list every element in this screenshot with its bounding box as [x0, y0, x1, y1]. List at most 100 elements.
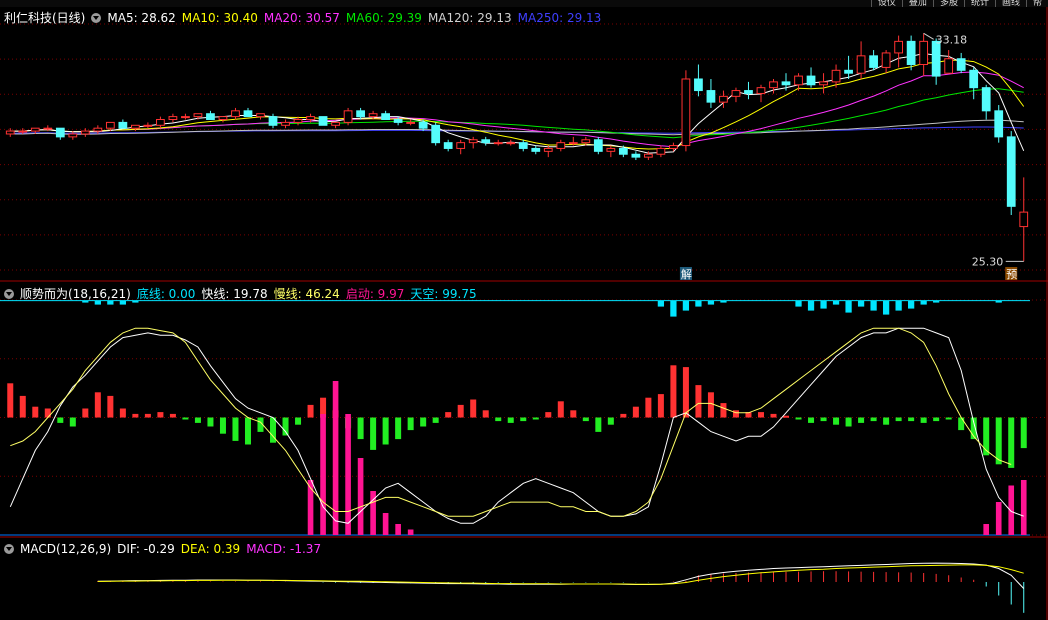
top-toolbar-buttons: 设仪 叠加 多股 统计 画线帮	[870, 0, 1048, 7]
candle-body	[556, 142, 566, 149]
candle-body	[681, 78, 691, 147]
candle-body	[731, 90, 741, 97]
indicator-hist-bar	[582, 417, 589, 422]
candle-body	[906, 40, 916, 66]
indicator-hist-bar	[194, 417, 201, 423]
indicator-hist-bar	[520, 417, 527, 422]
candle-body	[894, 40, 904, 54]
sky-bar	[870, 300, 877, 311]
indicator-title[interactable]: 顺势而为(18,16,21)	[20, 285, 131, 302]
candle-body	[231, 110, 240, 118]
main-title[interactable]: 利仁科技(日线)	[4, 9, 85, 26]
indicator-hist-bar	[570, 410, 577, 418]
sky-bar	[908, 300, 915, 309]
dropdown-icon[interactable]	[91, 12, 102, 23]
candle-body	[193, 113, 203, 118]
toolbar-button-3[interactable]: 统计	[963, 0, 995, 7]
toolbar-button-2[interactable]: 多股	[932, 0, 964, 7]
candle-body	[68, 133, 78, 138]
macd-title[interactable]: MACD(12,26,9)	[20, 542, 111, 556]
unlock-marker: 解	[681, 267, 692, 281]
forecast-marker: 预	[1006, 268, 1017, 281]
candle-body	[706, 90, 716, 103]
indicator-hist-bar	[808, 417, 815, 423]
ma60-line	[10, 88, 1024, 139]
candle-body	[531, 147, 541, 152]
sky-bar	[657, 300, 665, 307]
candle-body	[281, 121, 290, 126]
candle-body	[543, 147, 553, 152]
indicator-hist-bar	[732, 410, 739, 418]
indicator-hist-bar	[457, 404, 464, 418]
toolbar-button-4[interactable]: 画线	[994, 0, 1026, 7]
dropdown-icon[interactable]	[4, 288, 14, 299]
candle-body	[506, 142, 516, 145]
indicator-hist-bar	[720, 403, 727, 418]
candle-body	[694, 78, 703, 92]
indicator-hist-bar	[795, 417, 802, 420]
sky-bar	[857, 300, 865, 307]
candle-body	[669, 145, 678, 149]
sky-bar	[832, 300, 840, 305]
candle-body	[93, 127, 103, 132]
candle-body	[781, 81, 791, 86]
dea-label: DEA: 0.39	[180, 542, 241, 556]
indicator-hist-bar	[82, 408, 89, 418]
indicator-hist-bar	[370, 417, 377, 450]
toolbar-button-1[interactable]: 叠加	[901, 0, 933, 7]
indicator-hist-bar	[207, 417, 214, 427]
indicator-hist-bar	[958, 417, 965, 431]
candle-body	[331, 121, 340, 126]
start-bar	[320, 414, 326, 535]
candle-body	[869, 55, 878, 68]
candle-body	[156, 119, 165, 126]
indicator-hist-bar	[858, 417, 865, 423]
ma10-label: MA10: 30.40	[181, 10, 258, 25]
candle-body	[856, 55, 866, 74]
indicator-hist-bar	[945, 417, 952, 420]
indicator-hist-bar	[595, 417, 602, 432]
stock-chart[interactable]: 33.18 25.30 解 预	[0, 0, 1048, 620]
sky-bar	[720, 300, 727, 303]
indicator-hist-bar	[820, 417, 827, 422]
candle-body	[356, 110, 365, 118]
indicator-hist-bar	[432, 417, 439, 423]
candle-body	[631, 153, 641, 158]
candle-body	[956, 58, 966, 71]
sky-bar	[920, 300, 927, 305]
candle-body	[581, 139, 591, 144]
candle-body	[618, 147, 628, 155]
indicator-hist-bar	[119, 408, 126, 418]
toolbar-button-0[interactable]: 设仪	[870, 0, 902, 7]
indicator-hist-bar	[833, 417, 840, 425]
indicator-hist-bar	[232, 417, 239, 441]
start-bar	[345, 414, 351, 535]
dropdown-icon[interactable]	[4, 544, 14, 554]
toolbar-button-5[interactable]: 帮	[1025, 0, 1048, 7]
candle-body	[43, 127, 53, 130]
top-toolbar: 设仪 叠加 多股 统计 画线帮	[0, 0, 1048, 7]
candle-body	[393, 119, 403, 123]
candle-body	[969, 69, 979, 89]
candle-body	[118, 121, 128, 129]
indicator-hist-bar	[545, 412, 552, 418]
sky-bar	[707, 300, 715, 305]
candle-body	[143, 124, 153, 127]
indicator-hist-bar	[657, 394, 664, 418]
indicator-hist-bar	[307, 404, 314, 418]
indicator-hist-bar	[244, 417, 251, 445]
ma20-label: MA20: 30.57	[263, 10, 340, 25]
sky-bar	[895, 300, 902, 311]
high-pointer	[923, 32, 934, 40]
sky-bar	[995, 300, 1002, 303]
candle-body	[318, 116, 328, 126]
candle-body	[981, 87, 991, 112]
macd-legend: MACD(12,26,9) DIF: -0.29 DEA: 0.39 MACD:…	[4, 542, 327, 556]
indicator-hist-bar	[482, 410, 489, 418]
indicator-hist-bar	[607, 417, 614, 425]
indicator-hist-bar	[495, 417, 502, 422]
indicator-hist-bar	[995, 417, 1002, 465]
indicator-hist-bar	[908, 417, 915, 422]
indicator-hist-bar	[107, 395, 114, 418]
candle-body	[55, 127, 65, 138]
